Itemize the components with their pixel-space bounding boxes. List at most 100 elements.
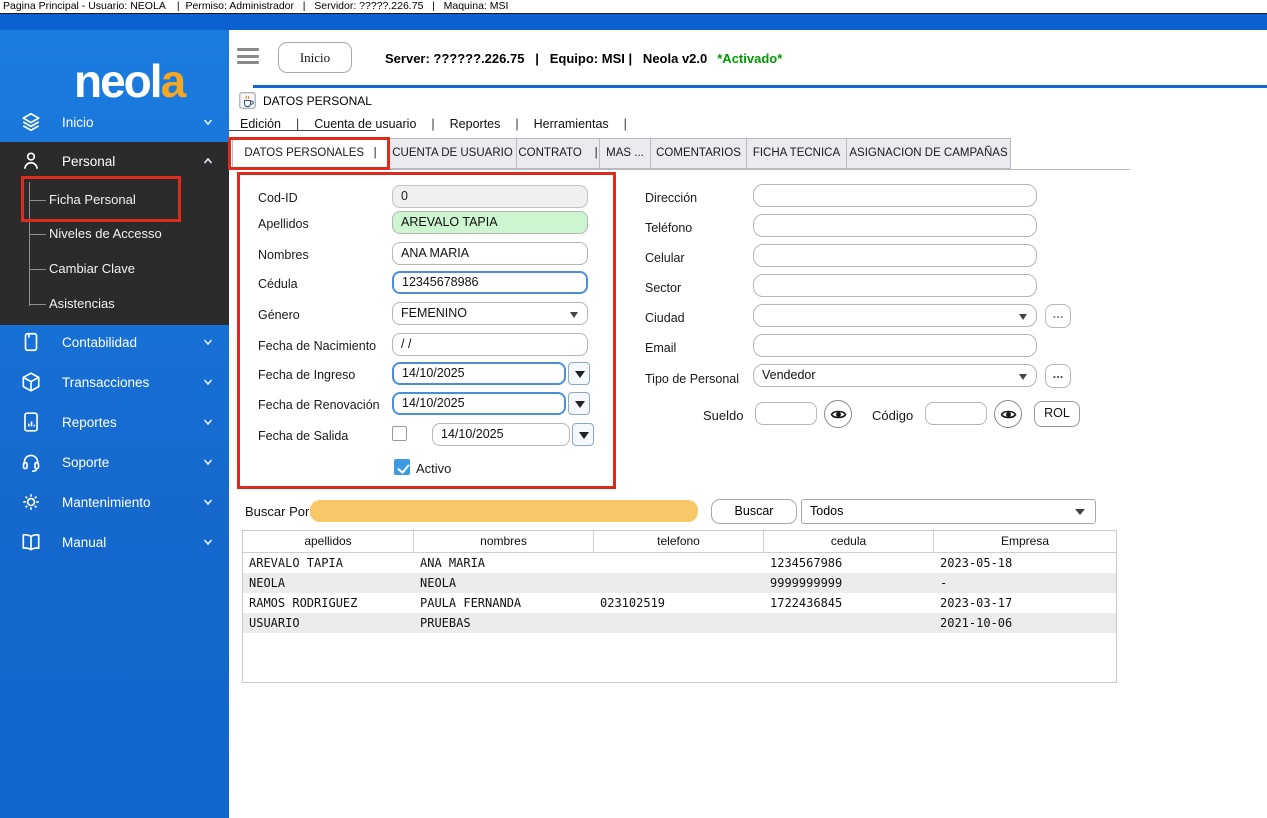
window-menubar: Edición | Cuenta de usuario | Reportes |… xyxy=(229,113,1267,135)
header-divider xyxy=(253,85,1267,88)
ciudad-select[interactable] xyxy=(753,304,1037,327)
column-header-empresa[interactable]: Empresa xyxy=(934,531,1116,552)
sidebar-item-personal[interactable]: Personal xyxy=(0,142,229,180)
fecha-ingreso-dropdown-button[interactable] xyxy=(568,362,590,385)
nombres-field[interactable]: ANA MARIA xyxy=(392,242,588,265)
sidebar-item-soporte[interactable]: Soporte xyxy=(0,443,229,481)
table-row[interactable]: USUARIO PRUEBAS 2021-10-06 xyxy=(243,613,1116,633)
sidebar-item-mantenimiento[interactable]: Mantenimiento xyxy=(0,483,229,521)
sidebar-item-inicio[interactable]: Inicio xyxy=(0,103,229,141)
column-header-cedula[interactable]: cedula xyxy=(764,531,934,552)
tab-cuenta-de-usuario[interactable]: CUENTA DE USUARIO xyxy=(388,138,517,169)
tab-asignacion-de-campanas[interactable]: ASIGNACION DE CAMPAÑAS xyxy=(846,138,1011,169)
fecha-renovacion-dropdown-button[interactable] xyxy=(568,392,590,415)
fecha-salida-dropdown-button[interactable] xyxy=(572,423,594,446)
menu-item-edicion[interactable]: Edición xyxy=(240,117,281,131)
sector-field[interactable] xyxy=(753,274,1037,297)
app-window: Pagina Principal - Usuario: NEOLA | Perm… xyxy=(0,0,1267,818)
sidebar-item-reportes[interactable]: Reportes xyxy=(0,403,229,441)
codigo-field[interactable] xyxy=(925,402,987,425)
cedula-field[interactable]: 12345678986 xyxy=(392,271,588,294)
buscar-button[interactable]: Buscar xyxy=(711,499,797,524)
tab-datos-personales[interactable]: DATOS PERSONALES | xyxy=(232,138,389,169)
sidebar-item-transacciones[interactable]: Transacciones xyxy=(0,363,229,401)
cedula-label: Cédula xyxy=(258,277,298,291)
column-header-telefono[interactable]: telefono xyxy=(594,531,764,552)
fecha-nacimiento-field[interactable]: / / xyxy=(392,333,588,356)
apellidos-field[interactable]: AREVALO TAPIA xyxy=(392,211,588,234)
sector-label: Sector xyxy=(645,281,681,295)
fecha-ingreso-field[interactable]: 14/10/2025 xyxy=(392,362,566,385)
tipo-personal-select[interactable]: Vendedor xyxy=(753,364,1037,387)
tab-mas[interactable]: MAS ... xyxy=(599,138,651,169)
sidebar-subitem-cambiar-clave[interactable]: Cambiar Clave xyxy=(0,255,229,283)
inicio-button[interactable]: Inicio xyxy=(278,42,352,73)
open-book-icon xyxy=(20,531,42,553)
email-field[interactable] xyxy=(753,334,1037,357)
tipo-personal-value: Vendedor xyxy=(762,368,816,382)
logo-text: neol xyxy=(74,55,161,107)
menu-item-cuenta-de-usuario[interactable]: Cuenta de usuario xyxy=(314,117,416,131)
cod-id-label: Cod-ID xyxy=(258,191,298,205)
tab-comentarios[interactable]: COMENTARIOS xyxy=(650,138,747,169)
cell-nombres: ANA MARIA xyxy=(414,553,594,573)
chevron-down-icon xyxy=(201,535,215,549)
combo-arrow-icon xyxy=(1075,509,1085,515)
cell-cedula xyxy=(764,613,934,633)
rol-button[interactable]: ROL xyxy=(1034,401,1080,427)
tipo-personal-browse-button[interactable]: ... xyxy=(1045,364,1071,388)
tipo-personal-label: Tipo de Personal xyxy=(645,372,739,386)
menu-underline xyxy=(229,130,376,131)
table-row[interactable]: AREVALO TAPIA ANA MARIA 1234567986 2023-… xyxy=(243,553,1116,573)
table-row[interactable]: NEOLA NEOLA 9999999999 - xyxy=(243,573,1116,593)
genero-value: FEMENINO xyxy=(401,306,467,320)
fecha-renovacion-field[interactable]: 14/10/2025 xyxy=(392,392,566,415)
logo-accent-letter: a xyxy=(161,55,185,107)
celular-label: Celular xyxy=(645,251,685,265)
show-codigo-button[interactable] xyxy=(994,400,1022,428)
fecha-salida-checkbox[interactable] xyxy=(392,426,407,441)
column-header-nombres[interactable]: nombres xyxy=(414,531,594,552)
ciudad-browse-button[interactable]: ... xyxy=(1045,304,1071,328)
chevron-up-icon xyxy=(201,154,215,168)
package-icon xyxy=(20,371,42,393)
sidebar-subitem-niveles-de-accesso[interactable]: Niveles de Accesso xyxy=(0,220,229,248)
sidebar-item-manual[interactable]: Manual xyxy=(0,523,229,561)
app-logo: neola xyxy=(74,58,184,104)
direccion-field[interactable] xyxy=(753,184,1037,207)
search-input[interactable] xyxy=(310,500,698,522)
sidebar: neola Inicio Personal Ficha Personal Niv… xyxy=(0,30,229,818)
column-header-apellidos[interactable]: apellidos xyxy=(243,531,414,552)
cell-cedula: 1722436845 xyxy=(764,593,934,613)
genero-select[interactable]: FEMENINO xyxy=(392,302,588,325)
content-header: Inicio Server: ??????.226.75 | Equipo: M… xyxy=(229,30,1267,88)
cell-telefono: 023102519 xyxy=(594,593,764,613)
menu-item-herramientas[interactable]: Herramientas xyxy=(534,117,609,131)
table-row[interactable]: RAMOS RODRIGUEZ PAULA FERNANDA 023102519… xyxy=(243,593,1116,613)
sidebar-item-label: Personal xyxy=(62,154,115,169)
eye-icon xyxy=(830,408,847,421)
filter-select[interactable]: Todos xyxy=(801,499,1096,524)
fecha-salida-field[interactable]: 14/10/2025 xyxy=(432,423,570,446)
email-label: Email xyxy=(645,341,676,355)
celular-field[interactable] xyxy=(753,244,1037,267)
sidebar-subitem-asistencias[interactable]: Asistencias xyxy=(0,290,229,318)
menu-item-reportes[interactable]: Reportes xyxy=(450,117,501,131)
sidebar-subitem-ficha-personal[interactable]: Ficha Personal xyxy=(0,186,229,214)
sidebar-item-label: Mantenimiento xyxy=(62,495,151,510)
sueldo-field[interactable] xyxy=(755,402,817,425)
chevron-down-icon xyxy=(201,415,215,429)
activo-checkbox[interactable] xyxy=(394,459,410,475)
telefono-label: Teléfono xyxy=(645,221,692,235)
sidebar-item-contabilidad[interactable]: Contabilidad xyxy=(0,323,229,361)
cell-apellidos: AREVALO TAPIA xyxy=(243,553,414,573)
telefono-field[interactable] xyxy=(753,214,1037,237)
tab-ficha-tecnica[interactable]: FICHA TECNICA xyxy=(746,138,847,169)
hamburger-menu-icon[interactable] xyxy=(237,48,259,64)
tab-contrato[interactable]: CONTRATO | xyxy=(516,138,600,169)
sidebar-item-label: Reportes xyxy=(62,415,117,430)
show-sueldo-button[interactable] xyxy=(824,400,852,428)
sueldo-label: Sueldo xyxy=(703,408,743,423)
cell-cedula: 1234567986 xyxy=(764,553,934,573)
table-header: apellidos nombres telefono cedula Empres… xyxy=(243,531,1116,553)
